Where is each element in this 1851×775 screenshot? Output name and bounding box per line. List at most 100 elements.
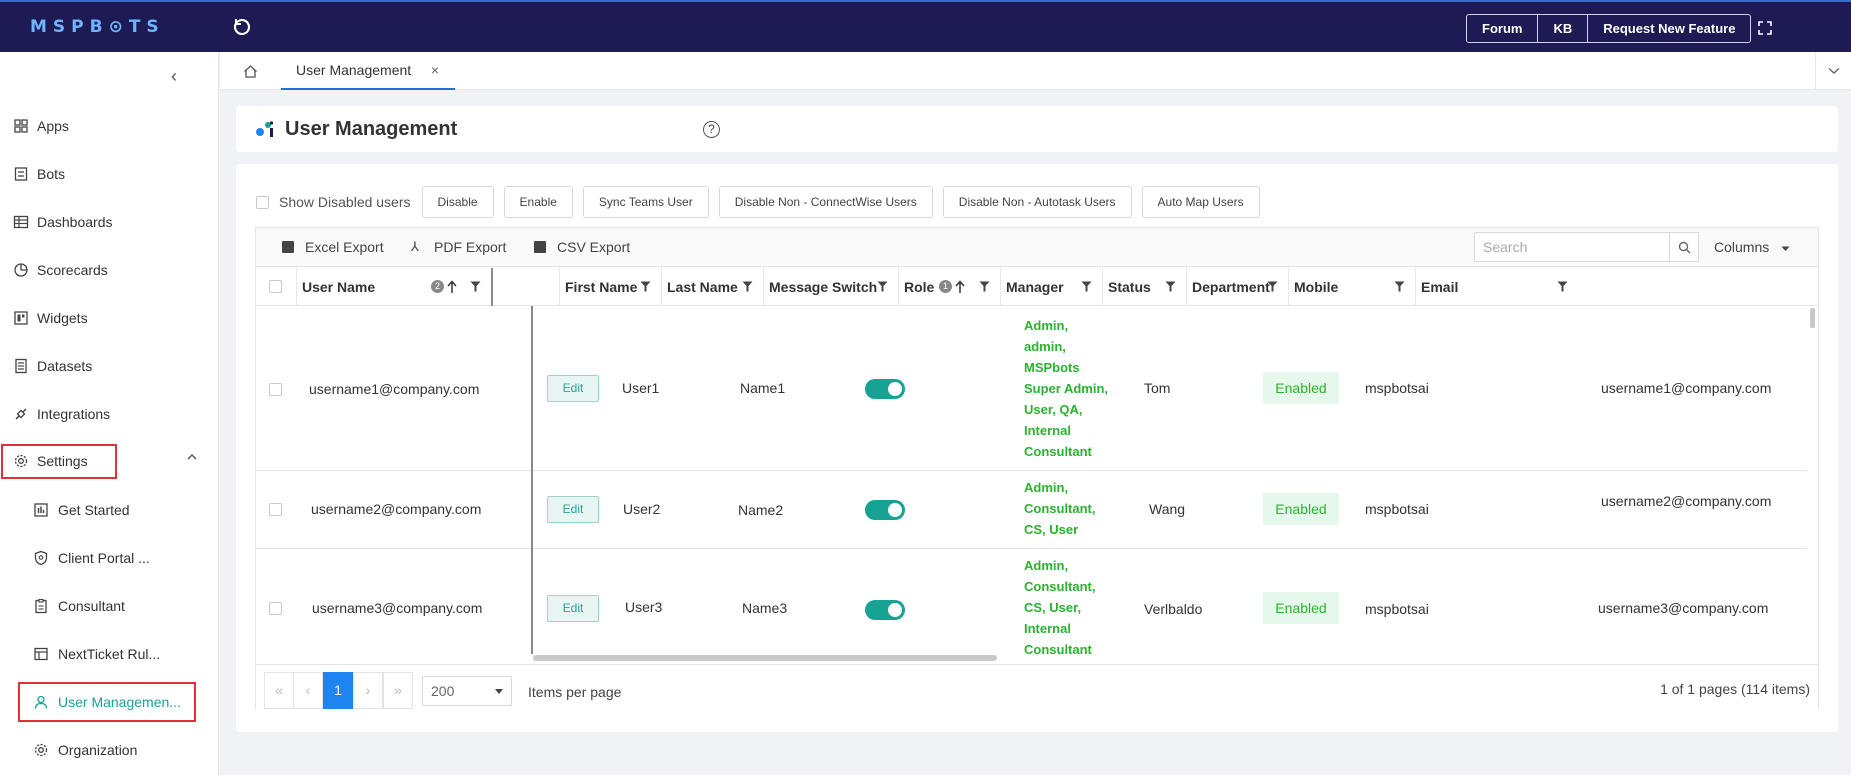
fullscreen-icon[interactable] (1757, 20, 1773, 36)
select-all-checkbox[interactable] (269, 280, 282, 293)
clipboard-icon (35, 598, 47, 614)
request-feature-button[interactable]: Request New Feature (1587, 15, 1750, 42)
header-department[interactable]: Department (1186, 268, 1288, 306)
sidebar-item-datasets[interactable]: Datasets (0, 351, 219, 381)
sidebar-item-apps[interactable]: Apps (0, 111, 219, 141)
excel-export-button[interactable]: Excel Export (282, 239, 384, 255)
header-mobile[interactable]: Mobile (1288, 268, 1415, 306)
show-disabled-toggle[interactable]: Show Disabled users (256, 194, 411, 210)
filter-icon[interactable] (640, 281, 651, 292)
last-page-button[interactable]: » (383, 672, 413, 709)
help-icon[interactable]: ? (703, 121, 720, 138)
row-checkbox[interactable] (269, 602, 282, 615)
sidebar-item-widgets[interactable]: Widgets (0, 303, 219, 333)
sort-asc-icon[interactable] (446, 280, 458, 294)
filter-icon[interactable] (1267, 281, 1278, 292)
user-management-icon (256, 121, 274, 137)
close-icon[interactable]: × (431, 62, 439, 78)
search-input[interactable]: Search (1474, 232, 1670, 262)
sidebar-item-bots[interactable]: Bots (0, 159, 219, 189)
chevron-up-icon[interactable] (187, 453, 197, 460)
table-row[interactable]: username2@company.com Edit User2 Name2 A… (256, 471, 1807, 549)
sync-teams-user-button[interactable]: Sync Teams User (582, 186, 709, 218)
edit-button[interactable]: Edit (547, 595, 599, 622)
header-message-switch[interactable]: Message Switch (763, 268, 898, 306)
kb-button[interactable]: KB (1537, 15, 1587, 42)
header-email[interactable]: Email (1415, 268, 1578, 306)
row-checkbox[interactable] (269, 383, 282, 396)
sidebar-item-scorecards[interactable]: Scorecards (0, 255, 219, 285)
home-tab[interactable] (220, 52, 280, 90)
edit-button[interactable]: Edit (547, 496, 599, 523)
sidebar-item-label: Apps (37, 118, 69, 134)
department-cell: mspbotsai (1365, 501, 1429, 517)
filter-icon[interactable] (979, 281, 990, 292)
search-button[interactable] (1669, 232, 1699, 262)
header-username[interactable]: User Name 2 (296, 268, 491, 306)
header-role[interactable]: Role 1 (898, 268, 1000, 306)
sidebar-item-label: Get Started (58, 502, 130, 518)
sidebar-item-nextticket[interactable]: NextTicket Rul... (0, 639, 219, 669)
csv-export-button[interactable]: CSV Export (534, 239, 630, 255)
columns-button[interactable]: Columns (1714, 239, 1790, 255)
filter-icon[interactable] (1394, 281, 1405, 292)
disable-non-connectwise-button[interactable]: Disable Non - ConnectWise Users (718, 186, 933, 218)
filter-icon[interactable] (1557, 281, 1568, 292)
user-grid: Excel Export ⅄ PDF Export CSV Export Sea… (255, 227, 1819, 709)
manager-cell: Wang (1149, 501, 1186, 517)
message-switch-toggle[interactable] (865, 379, 905, 399)
disable-non-autotask-button[interactable]: Disable Non - Autotask Users (942, 186, 1132, 218)
page-button-1[interactable]: 1 (323, 672, 353, 709)
sidebar-item-label: Scorecards (37, 262, 108, 278)
role-line: Consultant (1024, 642, 1092, 657)
edit-button[interactable]: Edit (547, 375, 599, 402)
filter-icon[interactable] (470, 281, 481, 292)
header-label: Email (1421, 279, 1459, 295)
email-cell: username1@company.com (1601, 380, 1772, 396)
chevron-down-icon (1828, 67, 1839, 74)
sidebar-item-consultant[interactable]: Consultant (0, 591, 219, 621)
message-switch-toggle[interactable] (865, 500, 905, 520)
sidebar-item-organization[interactable]: Organization (0, 735, 219, 765)
sidebar-item-get-started[interactable]: Get Started (0, 495, 219, 525)
filter-icon[interactable] (1081, 281, 1092, 292)
show-disabled-checkbox[interactable] (256, 195, 269, 209)
header-firstname[interactable]: First Name (559, 268, 661, 306)
header-lastname[interactable]: Last Name (661, 268, 763, 306)
table-row[interactable]: username3@company.com Edit User3 Name3 A… (256, 550, 1807, 657)
mspbots-logo[interactable]: MSPB⊙TS (30, 17, 165, 37)
forum-button[interactable]: Forum (1467, 15, 1537, 42)
sidebar-item-dashboards[interactable]: Dashboards (0, 207, 219, 237)
filter-icon[interactable] (877, 281, 888, 292)
message-switch-toggle[interactable] (865, 600, 905, 620)
sort-asc-icon[interactable] (954, 280, 966, 294)
settings-highlight (1, 444, 117, 479)
enable-button[interactable]: Enable (503, 186, 573, 218)
first-page-button[interactable]: « (264, 672, 294, 709)
sidebar-item-integrations[interactable]: Integrations (0, 399, 219, 429)
filter-icon[interactable] (742, 281, 753, 292)
horizontal-scrollbar[interactable] (533, 655, 997, 661)
pdf-export-button[interactable]: ⅄ PDF Export (411, 239, 506, 255)
auto-map-users-button[interactable]: Auto Map Users (1141, 186, 1260, 218)
header-status[interactable]: Status (1102, 268, 1186, 306)
next-page-button[interactable]: › (353, 672, 383, 709)
tab-user-management[interactable]: User Management × (281, 52, 455, 90)
table-row[interactable]: username1@company.com Edit User1 Name1 A… (256, 308, 1807, 471)
row-checkbox[interactable] (269, 503, 282, 516)
vertical-scrollbar[interactable] (1810, 308, 1815, 328)
disable-button[interactable]: Disable (421, 186, 494, 218)
header-manager[interactable]: Manager (1000, 268, 1102, 306)
page-info: 1 of 1 pages (114 items) (1660, 681, 1810, 697)
header-label: Mobile (1294, 279, 1339, 295)
collapse-sidebar-icon[interactable]: ‹ (171, 66, 191, 86)
header-edit (491, 268, 559, 306)
refresh-icon[interactable] (232, 17, 252, 37)
username-cell: username1@company.com (309, 381, 480, 397)
sidebar-item-client-portal[interactable]: Client Portal ... (0, 543, 219, 573)
filter-icon[interactable] (1165, 281, 1176, 292)
page-size-select[interactable]: 200 (422, 676, 512, 706)
prev-page-button[interactable]: ‹ (293, 672, 323, 709)
tabs-dropdown-button[interactable] (1815, 52, 1851, 90)
csv-icon (534, 241, 546, 253)
